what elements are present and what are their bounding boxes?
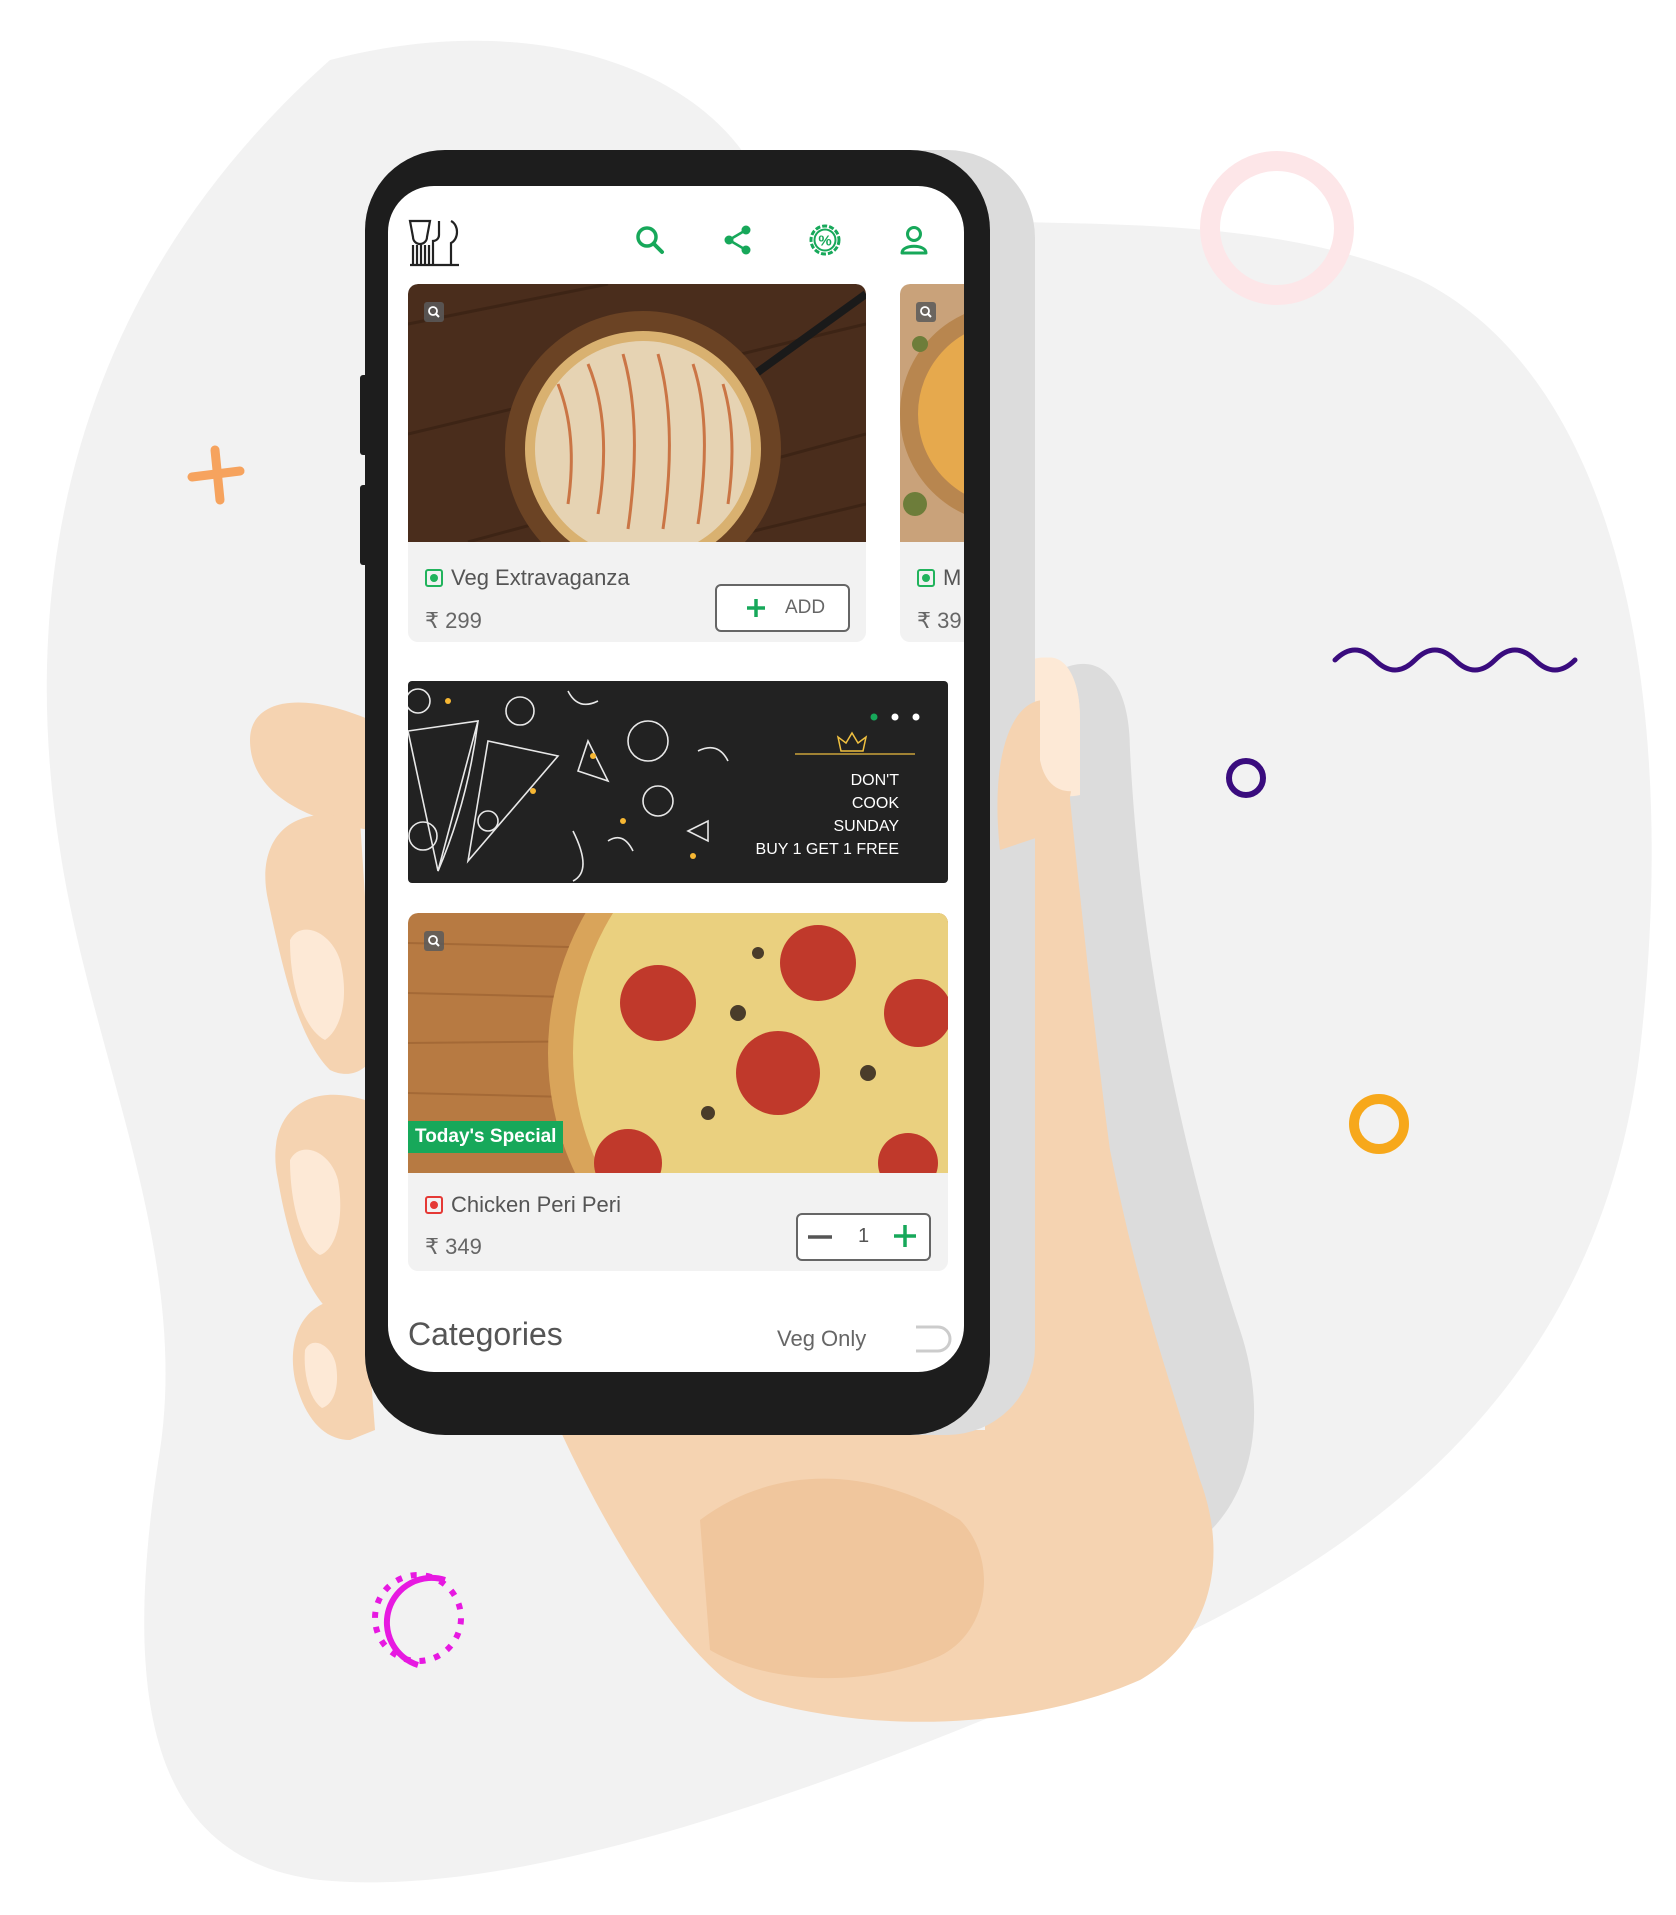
banner-line-4: BUY 1 GET 1 FREE xyxy=(755,841,899,858)
zoom-icon[interactable] xyxy=(916,302,936,322)
svg-text:%: % xyxy=(818,233,831,250)
add-button[interactable]: ADD xyxy=(715,584,850,632)
item-name: Veg Extravaganza xyxy=(451,565,630,590)
minus-icon[interactable] xyxy=(808,1226,832,1248)
restaurant-logo-icon[interactable] xyxy=(407,218,463,268)
item-price: ₹ 39 xyxy=(917,608,962,633)
veg-only-label: Veg Only xyxy=(777,1326,867,1351)
banner-line-1: DON'T xyxy=(850,772,899,789)
categories-heading: Categories xyxy=(408,1316,563,1352)
volume-down-button xyxy=(360,485,370,565)
quantity-value: 1 xyxy=(858,1225,870,1247)
menu-item-card[interactable]: Today's Special Chicken Peri Peri ₹ 349 … xyxy=(408,913,948,1271)
item-name: Chicken Peri Peri xyxy=(451,1192,621,1217)
plus-icon[interactable] xyxy=(893,1224,917,1248)
zoom-icon[interactable] xyxy=(424,931,444,951)
discount-icon[interactable]: % xyxy=(807,222,843,258)
phone-screen: % Veg Extravaganza ₹ 299 ADD M ₹ 39 DON'… xyxy=(388,186,964,1372)
app-header: % xyxy=(388,186,964,286)
quantity-stepper[interactable]: 1 xyxy=(796,1213,931,1261)
banner-line-2: COOK xyxy=(851,795,899,812)
non-veg-indicator-icon xyxy=(425,1196,443,1214)
volume-up-button xyxy=(360,375,370,455)
zoom-icon[interactable] xyxy=(424,302,444,322)
crown-icon xyxy=(836,731,868,752)
pizza-image[interactable] xyxy=(408,284,866,542)
menu-item-card[interactable]: Veg Extravaganza ₹ 299 ADD xyxy=(408,284,866,642)
veg-indicator-icon xyxy=(425,569,443,587)
veg-only-toggle[interactable] xyxy=(914,1324,954,1354)
promo-banner[interactable]: DON'T COOK SUNDAY BUY 1 GET 1 FREE xyxy=(408,681,948,883)
plus-icon xyxy=(747,599,765,617)
item-name: M xyxy=(943,565,962,590)
share-icon[interactable] xyxy=(720,222,756,258)
banner-line-3: SUNDAY xyxy=(833,818,900,835)
menu-item-card[interactable]: M ₹ 39 xyxy=(900,284,964,642)
add-button-label: ADD xyxy=(785,597,826,618)
todays-special-badge: Today's Special xyxy=(408,1121,564,1153)
item-price: ₹ 299 xyxy=(425,608,482,633)
item-price: ₹ 349 xyxy=(425,1234,482,1259)
veg-indicator-icon xyxy=(917,569,935,587)
search-icon[interactable] xyxy=(632,222,668,258)
profile-icon[interactable] xyxy=(896,222,932,258)
pizza-image[interactable] xyxy=(900,284,964,542)
